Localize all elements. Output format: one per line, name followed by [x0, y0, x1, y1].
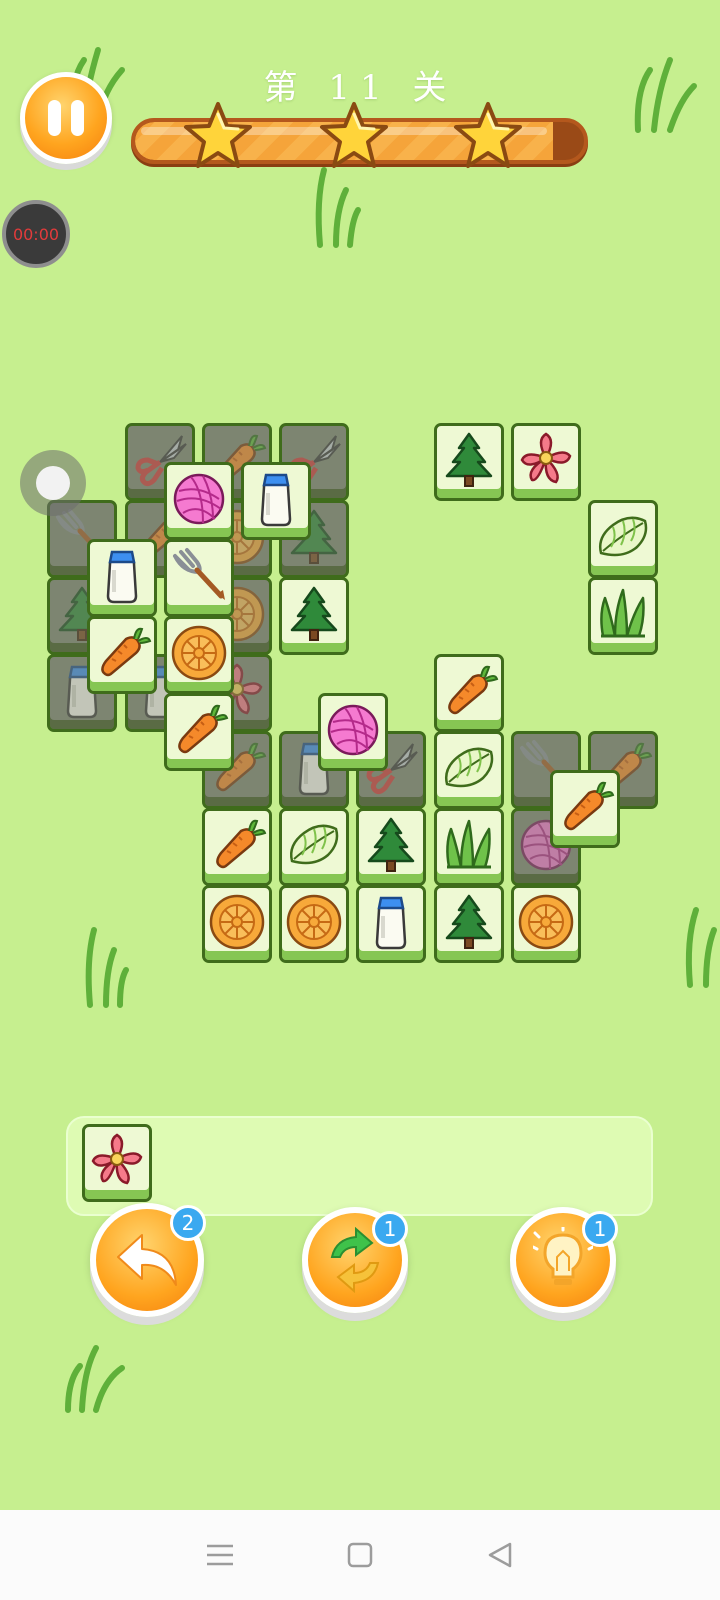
- flower-icon: [516, 430, 576, 494]
- carrot-icon: [169, 700, 229, 764]
- game-tile[interactable]: [164, 693, 234, 771]
- yarn-ball-icon: [169, 469, 229, 533]
- pine-tree-icon: [361, 815, 421, 879]
- cabbage-icon: [439, 738, 499, 802]
- game-tile[interactable]: [164, 539, 234, 617]
- game-tile[interactable]: [434, 808, 504, 886]
- cabbage-icon: [593, 507, 653, 571]
- carrot-icon: [92, 623, 152, 687]
- shuffle-button[interactable]: 1: [302, 1207, 408, 1313]
- tile-tray: [66, 1116, 653, 1216]
- game-tile[interactable]: [550, 770, 620, 848]
- game-tile[interactable]: [164, 616, 234, 694]
- undo-count-badge: 2: [170, 1205, 206, 1241]
- home-button[interactable]: [340, 1535, 380, 1575]
- game-tile[interactable]: [87, 539, 157, 617]
- game-tile[interactable]: [279, 577, 349, 655]
- game-tile[interactable]: [202, 808, 272, 886]
- game-tile[interactable]: [279, 885, 349, 963]
- mooncake-icon: [207, 892, 267, 956]
- pine-tree-icon: [439, 430, 499, 494]
- game-tile[interactable]: [241, 462, 311, 540]
- game-tile[interactable]: [356, 885, 426, 963]
- game-tile[interactable]: [202, 885, 272, 963]
- game-tile[interactable]: [588, 500, 658, 578]
- cabbage-icon: [284, 815, 344, 879]
- undo-button[interactable]: 2: [90, 1203, 206, 1317]
- shuffle-count-badge: 1: [372, 1211, 408, 1247]
- pine-tree-icon: [284, 584, 344, 648]
- tile-board: [0, 0, 720, 1000]
- grass-tuft-icon: [593, 584, 653, 648]
- system-navigation-bar: [0, 1510, 720, 1600]
- carrot-icon: [207, 815, 267, 879]
- garden-fork-icon: [169, 546, 229, 610]
- milk-bottle-icon: [92, 546, 152, 610]
- milk-bottle-icon: [246, 469, 306, 533]
- pine-tree-icon: [439, 892, 499, 956]
- hint-count-badge: 1: [582, 1211, 618, 1247]
- flower-icon: [87, 1131, 147, 1195]
- mooncake-icon: [169, 623, 229, 687]
- grass-tuft-icon: [439, 815, 499, 879]
- tray-tile: [82, 1124, 152, 1202]
- game-tile[interactable]: [356, 808, 426, 886]
- hint-button[interactable]: 1: [510, 1207, 618, 1313]
- grass-doodle-icon: [65, 1345, 125, 1413]
- game-tile[interactable]: [588, 577, 658, 655]
- game-tile[interactable]: [434, 654, 504, 732]
- mooncake-icon: [516, 892, 576, 956]
- game-tile[interactable]: [87, 616, 157, 694]
- undo-arrow-icon: [117, 1234, 177, 1286]
- game-tile[interactable]: [511, 885, 581, 963]
- game-tile[interactable]: [279, 808, 349, 886]
- milk-bottle-icon: [361, 892, 421, 956]
- carrot-icon: [555, 777, 615, 841]
- back-icon: [488, 1542, 512, 1568]
- game-tile[interactable]: [434, 885, 504, 963]
- game-tile[interactable]: [164, 462, 234, 540]
- menu-button[interactable]: [200, 1535, 240, 1575]
- home-icon: [347, 1542, 373, 1568]
- game-tile[interactable]: [434, 423, 504, 501]
- back-button[interactable]: [480, 1535, 520, 1575]
- game-tile[interactable]: [511, 423, 581, 501]
- carrot-icon: [439, 661, 499, 725]
- menu-icon: [207, 1544, 233, 1566]
- game-tile[interactable]: [434, 731, 504, 809]
- floating-assist-button[interactable]: [20, 450, 86, 516]
- game-tile[interactable]: [318, 693, 388, 771]
- yarn-ball-icon: [323, 700, 383, 764]
- mooncake-icon: [284, 892, 344, 956]
